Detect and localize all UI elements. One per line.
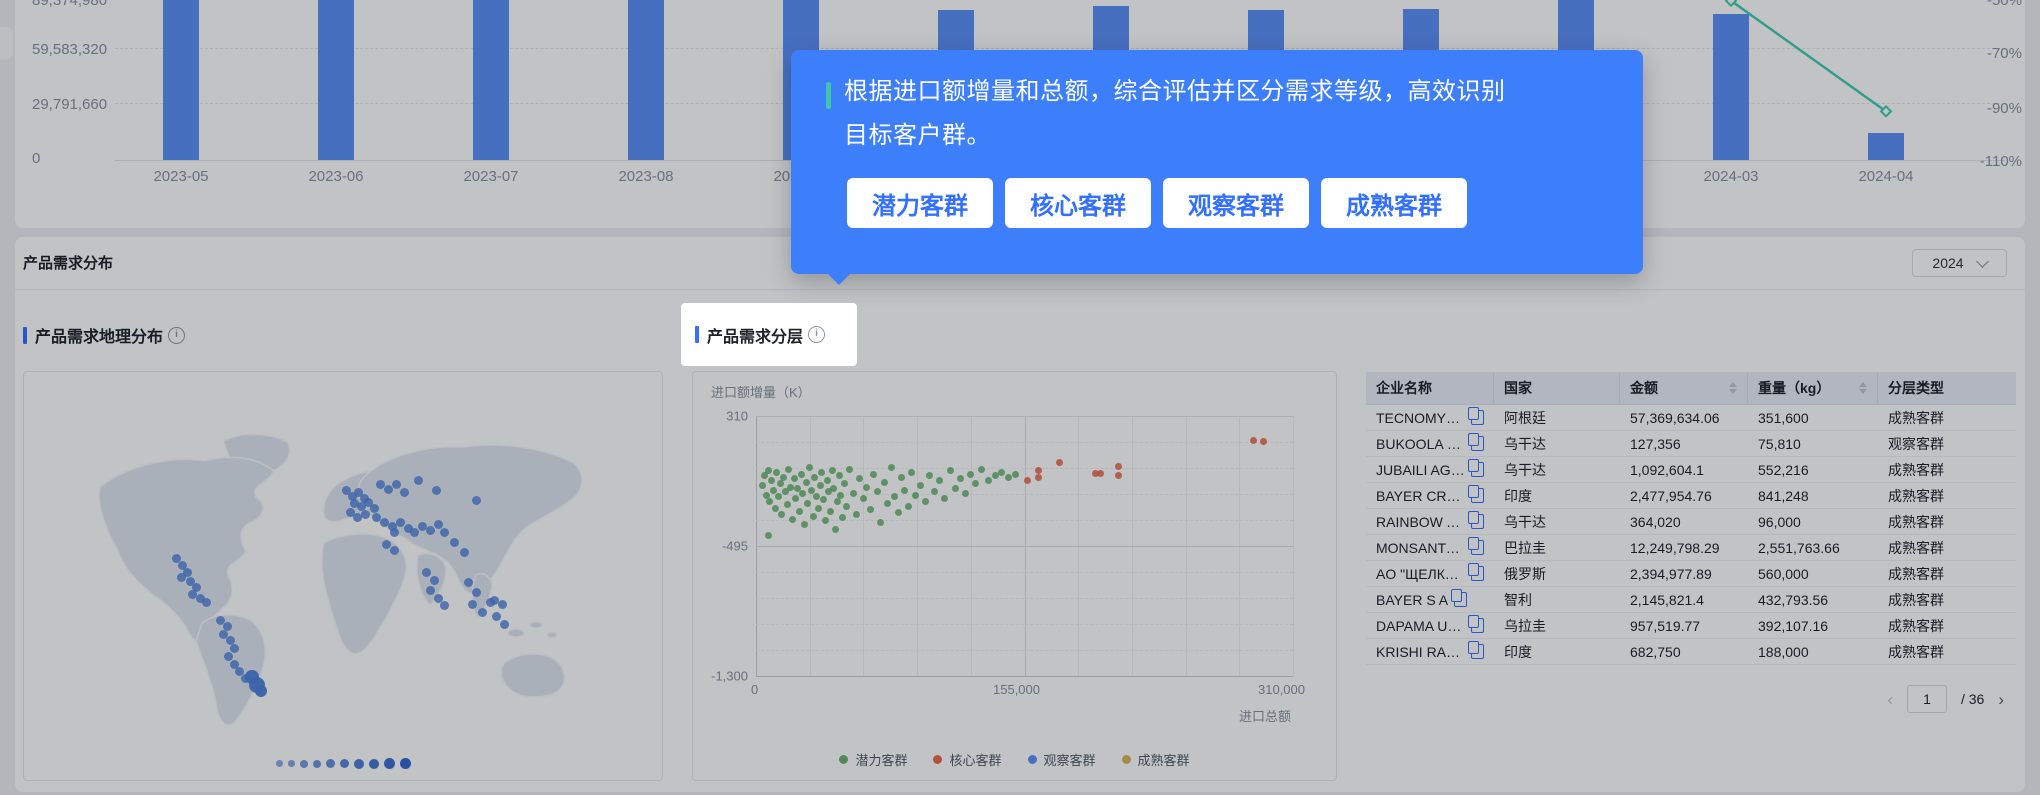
scatter-panel-title-text: 产品需求分层 [707,328,804,346]
dashboard-page: 89,374,980 59,583,320 29,791,660 0 -50% -70%… [0,0,2040,795]
tooltip-arrow [827,273,851,285]
tooltip-buttons: 潜力客群 核心客群 观察客群 成熟客群 [847,178,1467,228]
segment-button-潜力客群[interactable]: 潜力客群 [847,178,993,228]
segment-button-成熟客群[interactable]: 成熟客群 [1321,178,1467,228]
guide-tooltip: 根据进口额增量和总额，综合评估并区分需求等级，高效识别目标客户群。 潜力客群 核心… [791,50,1643,285]
tooltip-text: 根据进口额增量和总额，综合评估并区分需求等级，高效识别目标客户群。 [844,78,1506,149]
guide-spotlight-scatter-title: 产品需求分层 i [681,303,857,366]
segment-button-核心客群[interactable]: 核心客群 [1005,178,1151,228]
segment-button-观察客群[interactable]: 观察客群 [1163,178,1309,228]
tooltip-accent-bar [826,82,831,109]
info-icon[interactable]: i [808,326,826,343]
title-accent-bar [695,326,699,343]
